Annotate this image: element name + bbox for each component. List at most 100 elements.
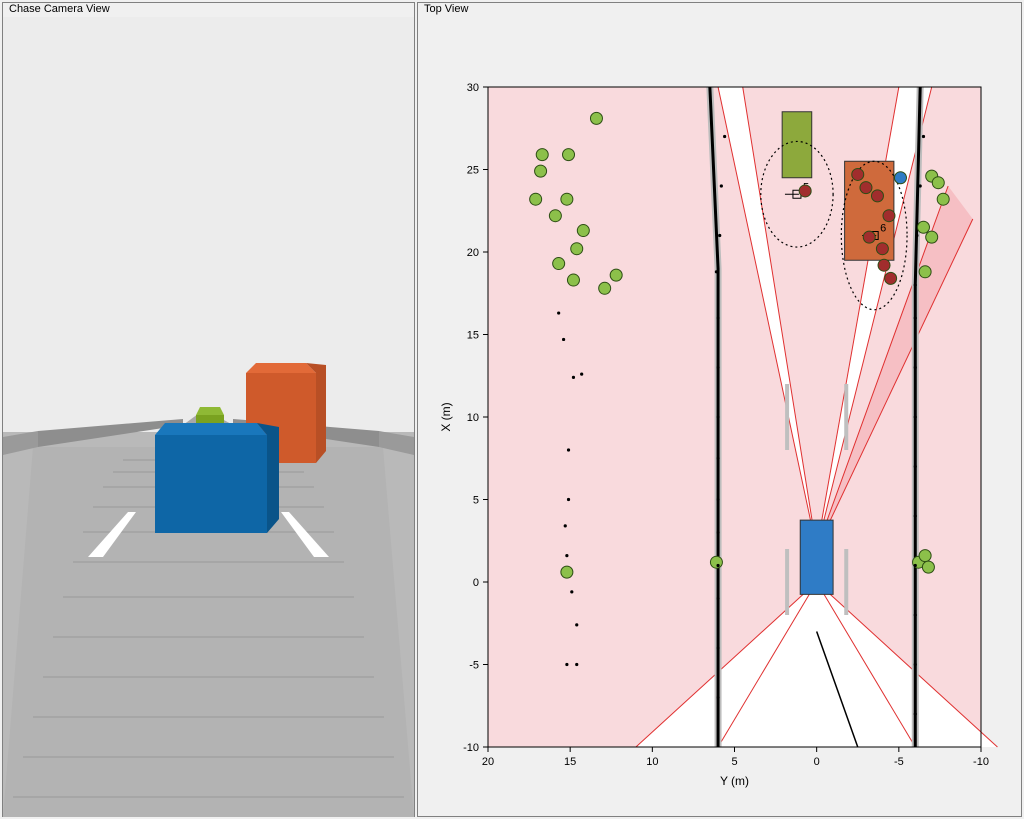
top-view-panel: Top View 5620151050-5-10-10-505101520253… (417, 2, 1022, 817)
black-small (914, 465, 917, 468)
blue-ego (155, 423, 279, 533)
red-dots (860, 182, 872, 194)
y-tick-label: -5 (469, 660, 479, 672)
x-tick-label: 0 (814, 756, 820, 768)
black-small (564, 524, 567, 527)
black-small (575, 623, 578, 626)
y-tick-label: 0 (473, 577, 479, 589)
black-small (580, 373, 583, 376)
black-small (914, 613, 917, 616)
top-panel-title: Top View (422, 3, 470, 15)
black-small (716, 564, 719, 567)
black-small (557, 311, 560, 314)
green-dots (932, 177, 944, 189)
black-small (565, 663, 568, 666)
y-tick-label: 15 (467, 330, 479, 342)
green-dots (535, 165, 547, 177)
y-tick-label: 25 (467, 165, 479, 177)
chase-camera-panel: Chase Camera View (2, 2, 415, 817)
x-tick-label: -10 (973, 756, 989, 768)
black-small (914, 316, 917, 319)
black-small (718, 234, 721, 237)
black-small (716, 415, 719, 418)
blue-dot (894, 172, 906, 184)
green-dots (567, 274, 579, 286)
black-small (716, 531, 719, 534)
top-view-svg: 5620151050-5-10-10-5051015202530Y (m)X (… (418, 17, 1021, 817)
green-dots (553, 258, 565, 270)
black-small (716, 316, 719, 319)
green-dots (919, 266, 931, 278)
black-small (914, 663, 917, 666)
black-small (716, 457, 719, 460)
green-dots (919, 550, 931, 562)
green-dots (922, 561, 934, 573)
green-dots (577, 225, 589, 237)
green-dots (599, 282, 611, 294)
y-tick-label: 5 (473, 495, 479, 507)
x-tick-label: 15 (564, 756, 576, 768)
y-axis-label: X (m) (439, 402, 453, 431)
black-small (716, 696, 719, 699)
black-small (723, 135, 726, 138)
black-small (716, 498, 719, 501)
black-small (716, 597, 719, 600)
x-axis-label: Y (m) (720, 774, 749, 788)
red-dots (876, 243, 888, 255)
green-dots (561, 566, 573, 578)
black-small (720, 184, 723, 187)
black-small (919, 184, 922, 187)
vehicle-target1 (782, 112, 812, 178)
black-small (567, 448, 570, 451)
black-small (575, 663, 578, 666)
green-dots (590, 112, 602, 124)
chase-camera-svg (3, 17, 414, 817)
green-dots (610, 269, 622, 281)
x-tick-label: 5 (731, 756, 737, 768)
red-dots (799, 185, 811, 197)
red-dots (878, 259, 890, 271)
y-tick-label: 10 (467, 412, 479, 424)
green-dots (561, 193, 573, 205)
red-dots (885, 272, 897, 284)
y-tick-label: 20 (467, 247, 479, 259)
black-small (716, 646, 719, 649)
black-small (716, 366, 719, 369)
black-small (914, 564, 917, 567)
chase-panel-title: Chase Camera View (7, 3, 112, 15)
black-small (922, 135, 925, 138)
track-id: 6 (880, 223, 886, 235)
black-small (562, 338, 565, 341)
x-tick-label: 20 (482, 756, 494, 768)
black-small (914, 712, 917, 715)
y-tick-label: 30 (467, 82, 479, 94)
red-dots (883, 210, 895, 222)
black-small (915, 234, 918, 237)
black-small (914, 514, 917, 517)
red-dots (852, 168, 864, 180)
black-small (570, 590, 573, 593)
x-tick-label: 10 (646, 756, 658, 768)
black-small (914, 366, 917, 369)
green-dots (571, 243, 583, 255)
black-small (565, 554, 568, 557)
vehicle-ego (800, 520, 833, 594)
green-dots (563, 149, 575, 161)
green-dots (530, 193, 542, 205)
black-small (914, 415, 917, 418)
sky (3, 17, 414, 432)
y-tick-label: -10 (463, 742, 479, 754)
black-small (567, 498, 570, 501)
green-dots (710, 556, 722, 568)
green-dots (937, 193, 949, 205)
black-small (572, 376, 575, 379)
red-dots (871, 190, 883, 202)
black-small (914, 283, 917, 286)
green-dots (536, 149, 548, 161)
x-tick-label: -5 (894, 756, 904, 768)
green-dots (917, 221, 929, 233)
green-dots (926, 231, 938, 243)
red-dots (863, 231, 875, 243)
green-dots (549, 210, 561, 222)
black-small (715, 270, 718, 273)
